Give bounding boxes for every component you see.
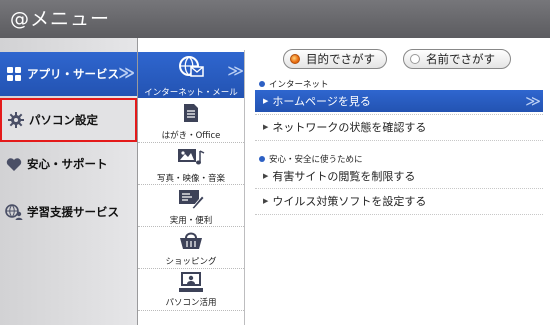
category-shopping[interactable]: ショッピング [138,227,244,269]
radio-selected-icon [290,54,300,64]
divider [255,114,543,115]
sidebar-item-safety-support[interactable]: 安心・サポート [0,142,137,186]
menu-window: @メニュー アプリ・サービス ≫ パソコン設定 安心・サポート 学習支援サービス… [0,0,550,325]
document-icon [138,103,244,123]
category-practical-utility[interactable]: 実用・便利 [138,185,244,227]
link-label: ホームページを見る [272,95,371,108]
category-label: 写真・映像・音楽 [156,174,225,184]
radio-unselected-icon [410,54,420,64]
link-label: 有害サイトの閲覧を制限する [272,170,416,183]
section-heading-label: 安心・安全に使うために [269,155,363,165]
globe-person-icon [5,203,23,221]
category-column: インターネット・メール ≫ はがき・Office 写真・映像・音楽 実用・便利 [138,50,245,325]
sidebar-item-learning-support[interactable]: 学習支援サービス [0,190,137,234]
link-label: ネットワークの状態を確認する [272,121,427,134]
link-view-homepage[interactable]: ▶ ホームページを見る ≫ [255,90,543,112]
sidebar: アプリ・サービス ≫ パソコン設定 安心・サポート 学習支援サービス [0,38,138,325]
search-by-purpose-button[interactable]: 目的でさがす [283,49,387,69]
category-label: 実用・便利 [169,216,213,226]
bullet-triangle-icon: ▶ [263,123,269,131]
category-internet-mail[interactable]: インターネット・メール ≫ [138,52,244,98]
bullet-triangle-icon: ▶ [263,97,269,105]
sidebar-item-label: パソコン設定 [29,113,98,127]
category-label: パソコン活用 [165,298,217,308]
bullet-triangle-icon: ▶ [263,172,269,180]
sidebar-item-label: 安心・サポート [27,157,108,171]
link-configure-antivirus[interactable]: ▶ ウイルス対策ソフトを設定する [255,190,543,212]
window-title: @メニュー [0,0,550,38]
sidebar-item-label: 学習支援サービス [27,205,119,219]
link-label: ウイルス対策ソフトを設定する [272,195,427,208]
divider [255,188,543,189]
search-by-name-label: 名前でさがす [426,52,495,66]
sidebar-item-pc-settings[interactable]: パソコン設定 [0,98,137,142]
category-photo-video-music[interactable]: 写真・映像・音楽 [138,143,244,185]
link-restrict-harmful-sites[interactable]: ▶ 有害サイトの閲覧を制限する [255,165,543,187]
gear-icon [7,111,25,129]
chevron-right-icon: ≫ [118,63,135,82]
sidebar-item-label: アプリ・サービス [27,67,119,81]
content-panel: 目的でさがす 名前でさがす インターネット ▶ ホームページを見る ≫ ▶ ネッ… [245,38,550,325]
section-heading-internet: インターネット [259,78,329,90]
section-bullet-icon [259,81,265,87]
category-label: はがき・Office [161,131,221,141]
apps-grid-icon [5,65,23,83]
heart-icon [5,155,23,173]
category-pc-usage[interactable]: パソコン活用 [138,269,244,311]
section-heading-label: インターネット [269,80,329,90]
search-by-name-button[interactable]: 名前でさがす [403,49,511,69]
photo-music-icon [138,147,244,167]
chevron-right-icon: ≫ [525,92,541,110]
bullet-triangle-icon: ▶ [263,197,269,205]
sidebar-item-apps-services[interactable]: アプリ・サービス ≫ [0,52,137,96]
category-postcard-office[interactable]: はがき・Office [138,98,244,143]
search-by-purpose-label: 目的でさがす [306,52,375,66]
category-label: インターネット・メール [144,88,238,98]
link-check-network-status[interactable]: ▶ ネットワークの状態を確認する [255,116,543,138]
card-pen-icon [138,188,244,210]
category-label: ショッピング [165,257,217,267]
divider [255,214,543,215]
basket-icon [138,230,244,250]
divider [255,140,543,141]
computer-user-icon [138,271,244,293]
section-heading-safety: 安心・安全に使うために [259,153,363,165]
section-bullet-icon [259,156,265,162]
chevron-right-icon: ≫ [227,61,244,80]
